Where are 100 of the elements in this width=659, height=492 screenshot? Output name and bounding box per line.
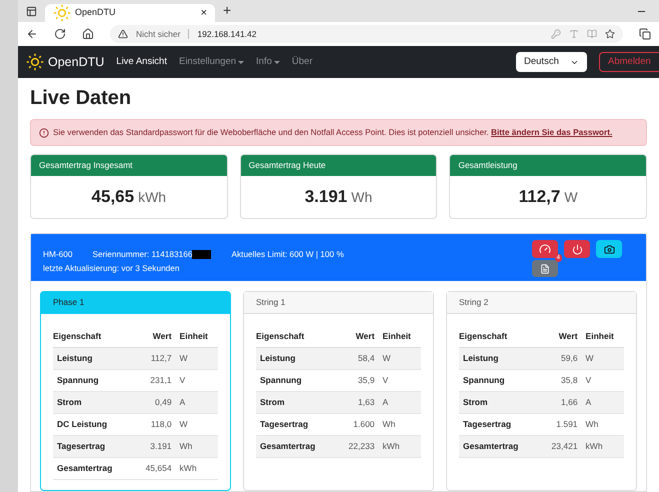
table-cell: Spannung [53, 369, 134, 391]
table-cell: Strom [459, 391, 540, 413]
nav-link[interactable]: Über [292, 54, 312, 70]
column-header: Einheit [382, 326, 421, 347]
favorite-icon[interactable] [605, 29, 615, 39]
table-cell: Wh [586, 413, 624, 435]
sun-logo-icon [53, 4, 71, 22]
table-cell: A [382, 391, 421, 413]
total-value: 112,7 [518, 186, 560, 208]
table-cell: Strom [53, 391, 134, 413]
table-cell: 22,233 [336, 435, 383, 457]
table-cell: DC Leistung [53, 413, 134, 435]
table-cell: 1.591 [539, 413, 586, 435]
table-cell: V [382, 369, 421, 391]
table-cell: Spannung [459, 369, 540, 391]
table-cell: A [180, 391, 218, 413]
table-cell: Leistung [53, 347, 134, 369]
card-header: Gesamtertrag Heute [240, 155, 436, 176]
gauge-icon [539, 243, 551, 255]
table-cell: 1,66 [539, 391, 586, 413]
new-tab-button[interactable]: + [223, 0, 232, 21]
table-cell: Strom [256, 391, 336, 413]
total-unit: kWh [138, 188, 166, 206]
tab-title: OpenDTU [75, 6, 117, 20]
inverter-model: HM-600 [43, 248, 73, 260]
channel-header: String 1 [244, 292, 433, 314]
table-cell: 112,7 [133, 347, 180, 369]
tab-close-button[interactable]: × [200, 4, 207, 22]
total-unit: W [564, 188, 578, 206]
table-cell: kWh [180, 457, 218, 479]
home-icon[interactable] [82, 28, 94, 40]
table-cell: 58,4 [336, 347, 383, 369]
nav-link[interactable]: Einstellungen [178, 54, 244, 70]
nav-link[interactable]: Info [256, 54, 280, 70]
info-button[interactable] [532, 260, 558, 277]
nav-link[interactable]: Live Ansicht [116, 54, 167, 70]
brand-name[interactable]: OpenDTU [48, 52, 104, 72]
alert-icon [39, 128, 49, 138]
column-header: Einheit [180, 326, 218, 347]
language-select[interactable]: Deutsch [516, 52, 587, 72]
document-icon [540, 264, 550, 274]
table-cell: 35,9 [336, 369, 383, 391]
page-title: Live Daten [30, 86, 132, 111]
total-value: 3.191 [304, 186, 348, 208]
security-label: Nicht sicher [136, 28, 180, 40]
power-icon [572, 244, 582, 254]
table-cell: 118,0 [133, 413, 180, 435]
table-cell: Tagesertrag [459, 413, 540, 435]
channel-header: Phase 1 [41, 292, 230, 314]
tab-actions-icon[interactable] [26, 6, 37, 17]
reload-icon[interactable] [54, 28, 66, 40]
total-value: 45,65 [92, 186, 134, 208]
alert-text: Sie verwenden das Standardpasswort für die Weboberfläche und den Notfall Access Point. Dies ist potenziell unsicher. [53, 127, 489, 137]
table-cell: Wh [382, 413, 421, 435]
table-cell: Spannung [256, 369, 336, 391]
table-cell: Leistung [459, 347, 540, 369]
table-cell: W [180, 347, 218, 369]
table-cell: W [382, 347, 421, 369]
table-cell: A [586, 391, 624, 413]
column-header: Eigenschaft [459, 326, 540, 347]
table-cell: kWh [382, 435, 421, 457]
table-cell: Gesamtertrag [256, 435, 336, 457]
redaction-bar [192, 250, 212, 259]
column-header: Wert [133, 326, 180, 347]
column-header: Wert [336, 326, 383, 347]
card-header: Gesamtleistung [450, 155, 646, 176]
table-cell: V [586, 369, 624, 391]
url-text: 192.168.141.42 [197, 28, 256, 40]
table-cell: Gesamtertrag [53, 457, 134, 479]
column-header: Eigenschaft [256, 326, 336, 347]
table-cell: Gesamtertrag [459, 435, 540, 457]
power-button[interactable] [564, 240, 590, 258]
table-cell: 0,49 [133, 391, 180, 413]
change-password-link[interactable]: Bitte ändern Sie das Passwort. [491, 127, 612, 137]
table-cell: 45,654 [133, 457, 180, 479]
table-cell: 231,1 [133, 369, 180, 391]
table-cell: Tagesertrag [256, 413, 336, 435]
serial-number: Seriennummer: 114183166 [92, 248, 192, 260]
table-cell: W [586, 347, 624, 369]
devinfo-button[interactable] [596, 240, 622, 258]
table-cell: Leistung [256, 347, 336, 369]
channel-header: String 2 [447, 292, 636, 314]
browser-tab[interactable]: OpenDTU × [45, 4, 215, 22]
address-bar[interactable]: Nicht sicher 192.168.141.42 [110, 25, 623, 43]
camera-icon [604, 244, 614, 254]
last-update: letzte Aktualisierung: vor 3 Sekunden [43, 262, 181, 275]
table-cell: W [180, 413, 218, 435]
column-header: Eigenschaft [53, 326, 134, 347]
collections-icon[interactable] [639, 28, 651, 40]
card-header: Gesamtertrag Insgesamt [31, 155, 227, 176]
power-limit: Aktuelles Limit: 600 W | 100 % [231, 248, 344, 260]
table-cell: Tagesertrag [53, 435, 134, 457]
table-cell: 1,63 [336, 391, 383, 413]
table-cell: 35,8 [539, 369, 586, 391]
column-header: Wert [539, 326, 586, 347]
back-icon[interactable] [26, 28, 38, 40]
table-cell: 3.191 [133, 435, 180, 457]
sun-logo-icon [26, 53, 44, 71]
table-cell: 1.600 [336, 413, 383, 435]
column-header: Einheit [586, 326, 624, 347]
